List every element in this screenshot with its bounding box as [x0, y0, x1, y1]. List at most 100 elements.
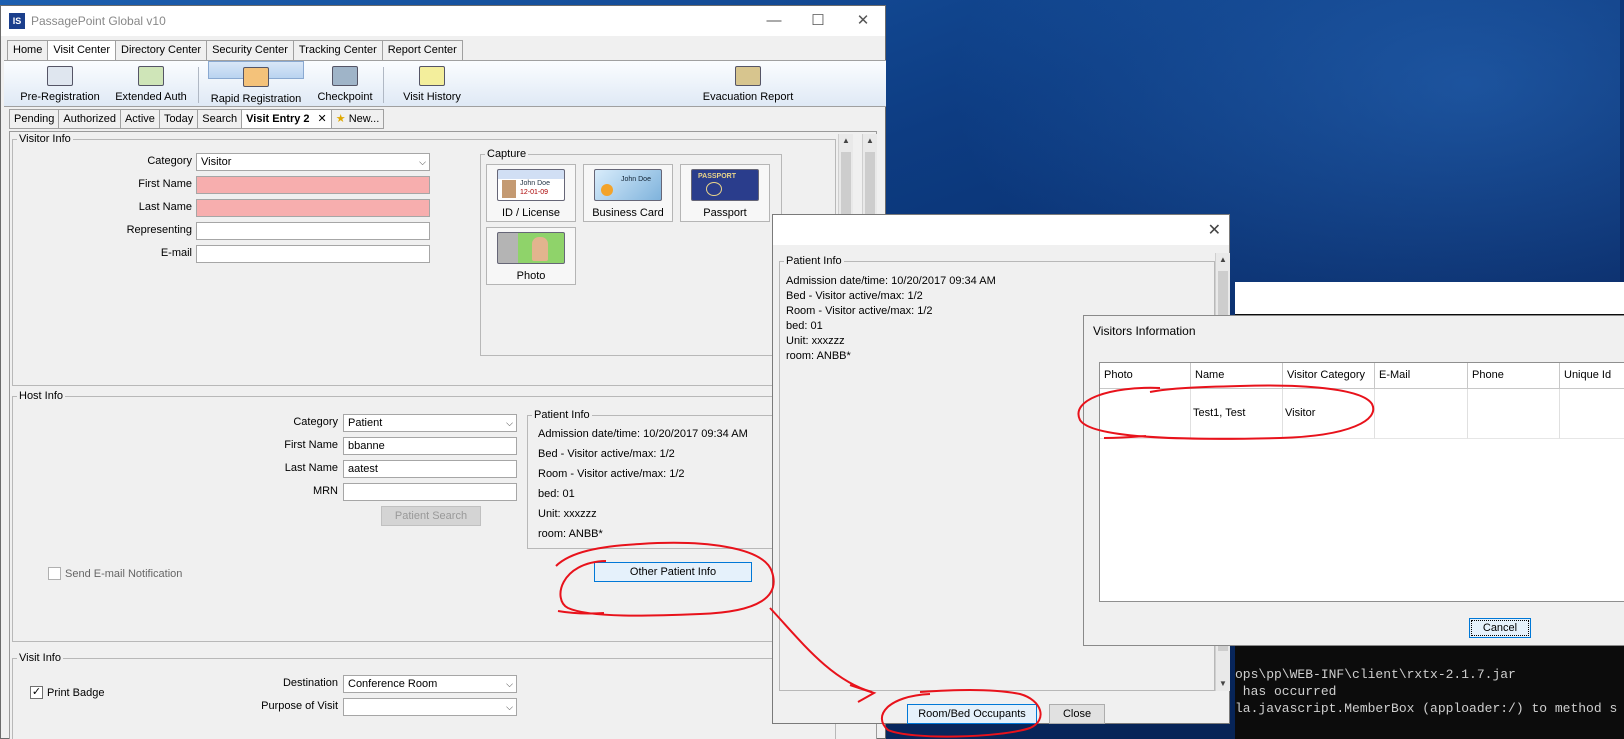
rapid-registration-button[interactable]: Rapid Registration — [208, 61, 304, 105]
cancel-button[interactable]: Cancel — [1469, 618, 1531, 638]
print-badge-label: Print Badge — [47, 687, 105, 699]
column-header-phone[interactable]: Phone — [1468, 363, 1560, 389]
admission-text: Admission date/time: 10/20/2017 09:34 AM — [538, 428, 748, 440]
last-name-field[interactable] — [196, 199, 430, 217]
business-card-button[interactable]: John Doe Business Card — [583, 164, 673, 222]
visitor-category-select[interactable]: Visitor ⌵ — [196, 153, 430, 171]
table-cell-category[interactable]: Visitor — [1283, 389, 1375, 439]
table-cell-photo[interactable] — [1100, 389, 1191, 439]
host-category-label: Category — [293, 416, 338, 428]
table-cell-unique-id[interactable] — [1560, 389, 1624, 439]
pre-registration-label: Pre-Registration — [20, 91, 100, 103]
column-header-name[interactable]: Name — [1191, 363, 1283, 389]
tab-new[interactable]: ★ New... — [330, 109, 385, 129]
bed-visitor-text: Bed - Visitor active/max: 1/2 — [538, 448, 675, 460]
dialog-admission-text: Admission date/time: 10/20/2017 09:34 AM — [786, 275, 996, 287]
column-header-unique-id[interactable]: Unique Id — [1560, 363, 1624, 389]
scroll-up-icon[interactable]: ▲ — [863, 134, 877, 148]
representing-label: Representing — [126, 224, 192, 236]
tab-report-center[interactable]: Report Center — [381, 40, 463, 60]
face-photo-icon — [532, 237, 548, 261]
tab-visit-center[interactable]: Visit Center — [47, 40, 116, 60]
console-titlebar — [1235, 282, 1624, 314]
tab-directory-center[interactable]: Directory Center — [115, 40, 208, 60]
host-first-name-field[interactable]: bbanne — [343, 437, 517, 455]
evacuation-report-button[interactable]: Evacuation Report — [698, 61, 798, 107]
passport-icon: PASSPORT — [691, 169, 759, 201]
close-button[interactable]: Close — [1049, 704, 1105, 724]
host-category-select[interactable]: Patient ⌵ — [343, 414, 517, 432]
table-cell-email[interactable] — [1375, 389, 1468, 439]
maximize-icon[interactable]: ☐ — [807, 10, 829, 32]
main-menu-tabs: Home Visit Center Directory Center Secur… — [7, 40, 463, 60]
other-patient-info-button[interactable]: Other Patient Info — [594, 562, 752, 582]
tab-search[interactable]: Search — [197, 109, 243, 129]
scroll-up-icon[interactable]: ▲ — [1216, 253, 1230, 267]
send-email-label: Send E-mail Notification — [65, 568, 183, 580]
visit-info-legend: Visit Info — [19, 652, 61, 664]
camera-icon — [497, 232, 565, 264]
scroll-down-icon[interactable]: ▼ — [1216, 677, 1230, 691]
ribbon-separator — [383, 67, 384, 103]
photo-label: Photo — [516, 270, 546, 282]
ribbon-separator — [198, 67, 199, 103]
tab-home[interactable]: Home — [7, 40, 49, 60]
visitor-category-value: Visitor — [201, 156, 232, 168]
ribbon-toolbar: Pre-Registration Extended Auth Rapid Reg… — [4, 60, 886, 107]
id-license-button[interactable]: John Doe 12-01-09 ID / License — [486, 164, 576, 222]
purpose-select[interactable]: ⌵ — [343, 698, 517, 716]
column-header-visitor-category[interactable]: Visitor Category — [1283, 363, 1375, 389]
chevron-down-icon: ⌵ — [419, 157, 426, 167]
email-field[interactable] — [196, 245, 430, 263]
evacuation-report-label: Evacuation Report — [702, 91, 794, 103]
visitor-info-legend: Visitor Info — [19, 133, 71, 145]
room-bed-occupants-button[interactable]: Room/Bed Occupants — [907, 704, 1037, 724]
tab-active[interactable]: Active — [119, 109, 160, 129]
column-header-email[interactable]: E-Mail — [1375, 363, 1468, 389]
app-icon: IS — [9, 13, 25, 29]
room-text: room: ANBB* — [538, 528, 603, 540]
column-header-photo[interactable]: Photo — [1100, 363, 1191, 389]
tab-security-center[interactable]: Security Center — [206, 40, 294, 60]
id-license-label: ID / License — [501, 207, 561, 219]
id-card-icon — [243, 67, 269, 87]
photo-button[interactable]: Photo — [486, 227, 576, 285]
tab-visit-entry[interactable]: Visit Entry 2 ✕ — [241, 109, 332, 129]
host-last-name-field[interactable]: aatest — [343, 460, 517, 478]
dialog-titlebar: ✕ — [773, 215, 1229, 245]
close-tab-icon[interactable]: ✕ — [318, 113, 327, 125]
minimize-icon[interactable]: — — [763, 10, 785, 32]
destination-select[interactable]: Conference Room ⌵ — [343, 675, 517, 693]
tab-tracking-center[interactable]: Tracking Center — [292, 40, 383, 60]
table-cell-phone[interactable] — [1468, 389, 1560, 439]
visitors-information-dialog: Visitors Information Photo Name Visitor … — [1083, 315, 1624, 646]
tab-pending[interactable]: Pending — [9, 109, 60, 129]
patient-search-button[interactable]: Patient Search — [381, 506, 481, 526]
scroll-up-icon[interactable]: ▲ — [839, 134, 853, 148]
close-icon[interactable]: ✕ — [1208, 220, 1221, 240]
chevron-down-icon: ⌵ — [506, 418, 513, 428]
print-badge-checkbox[interactable]: ✓ — [30, 686, 43, 699]
tab-today[interactable]: Today — [158, 109, 199, 129]
star-icon: ★ — [335, 113, 346, 125]
checkpoint-button[interactable]: Checkpoint — [306, 61, 384, 107]
host-patient-info-legend: Patient Info — [534, 409, 590, 421]
calendar-grid-icon — [138, 66, 164, 86]
business-card-name: John Doe — [621, 176, 651, 183]
mrn-field[interactable] — [343, 483, 517, 501]
representing-field[interactable] — [196, 222, 430, 240]
send-email-checkbox[interactable] — [48, 567, 61, 580]
checkpoint-label: Checkpoint — [317, 91, 373, 103]
first-name-field[interactable] — [196, 176, 430, 194]
table-cell-name[interactable]: Test1, Test — [1191, 389, 1283, 439]
extended-auth-button[interactable]: Extended Auth — [108, 61, 194, 107]
last-name-label: Last Name — [138, 201, 192, 213]
passport-button[interactable]: PASSPORT Passport — [680, 164, 770, 222]
tab-authorized[interactable]: Authorized — [58, 109, 121, 129]
visit-history-button[interactable]: Visit History — [388, 61, 476, 107]
notebook-icon — [419, 66, 445, 86]
guard-icon — [332, 66, 358, 86]
pre-registration-button[interactable]: Pre-Registration — [12, 61, 108, 107]
close-icon[interactable]: ✕ — [852, 10, 874, 32]
host-first-name-label: First Name — [284, 439, 338, 451]
